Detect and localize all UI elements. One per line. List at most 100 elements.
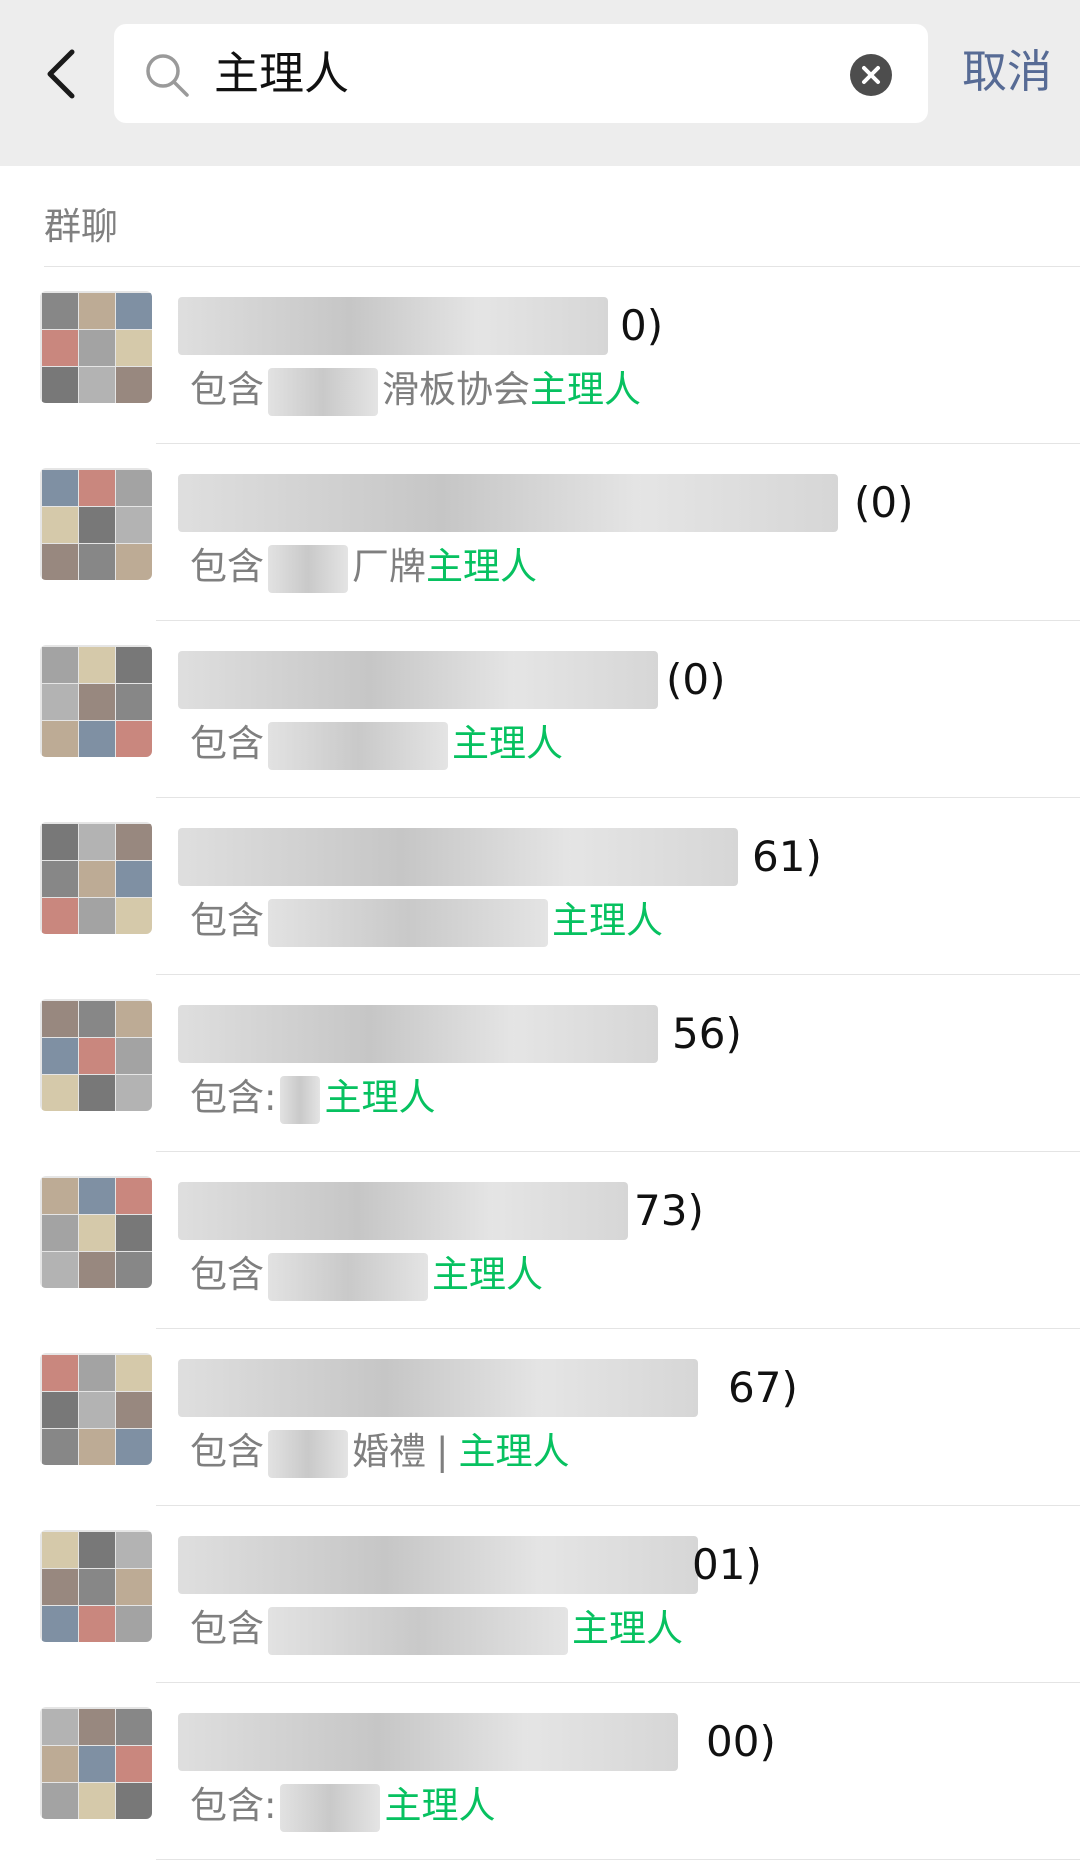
group-chat-row[interactable]: (0) 包含 主理人 xyxy=(0,621,1080,798)
avatar-tile xyxy=(42,1075,78,1111)
avatar-tile xyxy=(116,330,152,366)
clear-button[interactable] xyxy=(850,54,892,96)
member-count: (0) xyxy=(854,478,914,527)
avatar-tile xyxy=(116,1215,152,1251)
avatar-tile xyxy=(42,1606,78,1642)
match-highlight: 主理人 xyxy=(458,1430,570,1473)
match-highlight: 主理人 xyxy=(384,1784,496,1827)
avatar-tile xyxy=(42,330,78,366)
match-prefix: 包含 xyxy=(190,1607,264,1650)
avatar-tile xyxy=(116,1569,152,1605)
group-chat-row[interactable]: (0) 包含 厂牌主理人 xyxy=(0,444,1080,621)
match-highlight: 主理人 xyxy=(452,722,563,765)
match-highlight: 主理人 xyxy=(426,545,537,588)
search-header: 主理人 取消 xyxy=(0,0,1080,166)
avatar-tile xyxy=(79,1392,115,1428)
member-count: 0) xyxy=(620,301,664,350)
match-highlight: 主理人 xyxy=(530,368,641,411)
avatar-tile xyxy=(116,293,152,329)
redacted-member-name xyxy=(268,1606,568,1655)
cancel-button[interactable]: 取消 xyxy=(962,42,1052,102)
avatar-tile xyxy=(116,684,152,720)
avatar-tile xyxy=(79,1038,115,1074)
match-line: 包含 厂牌主理人 xyxy=(190,540,537,594)
group-avatar xyxy=(40,822,152,934)
group-title: (0) xyxy=(178,651,1018,711)
match-line: 包含 婚禮 | 主理人 xyxy=(190,1425,569,1479)
avatar-tile xyxy=(42,1429,78,1465)
match-middle: 厂牌 xyxy=(352,545,426,588)
match-prefix: 包含 xyxy=(190,899,264,942)
group-avatar xyxy=(40,999,152,1111)
avatar-tile xyxy=(116,1783,152,1819)
match-line: 包含 主理人 xyxy=(190,894,663,948)
group-chat-row[interactable]: 67) 包含 婚禮 | 主理人 xyxy=(0,1329,1080,1506)
avatar-tile xyxy=(79,507,115,543)
avatar-tile xyxy=(79,1709,115,1745)
avatar-tile xyxy=(79,1606,115,1642)
match-prefix: 包含 xyxy=(190,722,264,765)
match-line: 包含 主理人 xyxy=(190,1248,543,1302)
search-query[interactable]: 主理人 xyxy=(214,24,349,123)
avatar-tile xyxy=(79,330,115,366)
redacted-group-name xyxy=(178,1359,698,1417)
group-chat-row[interactable]: 73) 包含 主理人 xyxy=(0,1152,1080,1329)
match-line: 包含 主理人 xyxy=(190,717,563,771)
redacted-member-name xyxy=(280,1783,381,1832)
group-chat-row[interactable]: 00) 包含: 主理人 xyxy=(0,1683,1080,1860)
redacted-member-name xyxy=(268,367,378,416)
avatar-tile xyxy=(79,684,115,720)
avatar-tile xyxy=(79,721,115,757)
avatar-tile xyxy=(116,1252,152,1288)
avatar-tile xyxy=(42,1783,78,1819)
group-avatar xyxy=(40,1530,152,1642)
member-count: 61) xyxy=(752,832,822,881)
redacted-member-name xyxy=(280,1075,321,1124)
avatar-tile xyxy=(42,1038,78,1074)
row-divider xyxy=(156,1859,1080,1860)
avatar-tile xyxy=(116,1746,152,1782)
avatar-tile xyxy=(79,367,115,403)
avatar-tile xyxy=(42,293,78,329)
match-highlight: 主理人 xyxy=(572,1607,683,1650)
match-prefix: 包含 xyxy=(190,1430,264,1473)
group-chat-row[interactable]: 01) 包含 主理人 xyxy=(0,1506,1080,1683)
member-count: 73) xyxy=(634,1186,704,1235)
avatar-tile xyxy=(79,1252,115,1288)
avatar-tile xyxy=(116,507,152,543)
match-highlight: 主理人 xyxy=(552,899,663,942)
search-icon xyxy=(146,54,189,97)
avatar-tile xyxy=(42,647,78,683)
redacted-member-name xyxy=(268,544,348,593)
avatar-tile xyxy=(116,1392,152,1428)
search-input[interactable]: 主理人 xyxy=(114,24,928,123)
group-chat-row[interactable]: 61) 包含 主理人 xyxy=(0,798,1080,975)
avatar-tile xyxy=(42,1215,78,1251)
match-line: 包含: 主理人 xyxy=(190,1779,495,1833)
match-prefix: 包含 xyxy=(190,545,264,588)
avatar-tile xyxy=(116,1429,152,1465)
avatar-tile xyxy=(116,367,152,403)
avatar-tile xyxy=(116,1355,152,1391)
avatar-tile xyxy=(116,721,152,757)
back-button[interactable] xyxy=(40,46,84,102)
match-prefix: 包含: xyxy=(190,1076,277,1119)
member-count: 56) xyxy=(672,1009,742,1058)
avatar-tile xyxy=(42,507,78,543)
group-chat-row[interactable]: 0) 包含 滑板协会主理人 xyxy=(0,267,1080,444)
group-chat-row[interactable]: 56) 包含: 主理人 xyxy=(0,975,1080,1152)
avatar-tile xyxy=(79,861,115,897)
avatar-tile xyxy=(79,898,115,934)
avatar-tile xyxy=(42,1392,78,1428)
avatar-tile xyxy=(42,1355,78,1391)
avatar-tile xyxy=(42,824,78,860)
avatar-tile xyxy=(79,293,115,329)
chevron-left-icon xyxy=(47,49,75,99)
redacted-group-name xyxy=(178,828,738,886)
avatar-tile xyxy=(42,367,78,403)
member-count: (0) xyxy=(666,655,726,704)
avatar-tile xyxy=(116,1178,152,1214)
avatar-tile xyxy=(116,824,152,860)
avatar-tile xyxy=(42,1178,78,1214)
avatar-tile xyxy=(79,647,115,683)
